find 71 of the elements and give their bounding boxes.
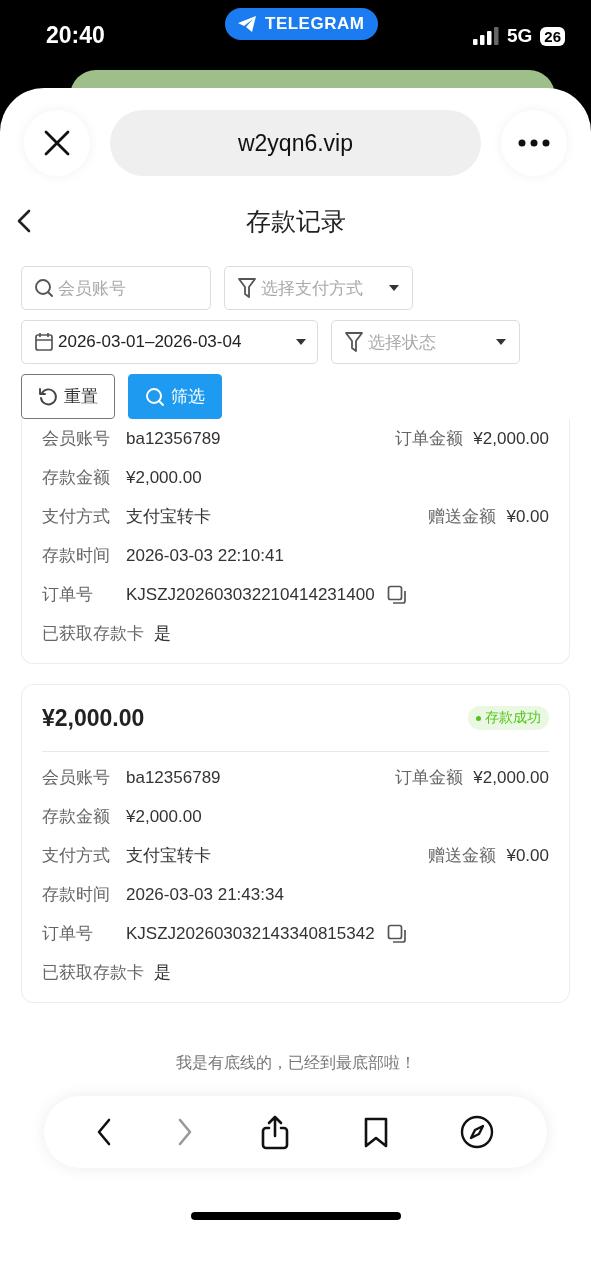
more-icon	[518, 139, 550, 147]
field-value: 是	[154, 962, 171, 984]
field-value: ¥0.00	[506, 506, 549, 527]
member-search-field[interactable]: 会员账号	[21, 266, 211, 310]
field-value: 2026-03-03 22:10:41	[126, 545, 284, 566]
field-label: 存款时间	[42, 884, 111, 906]
field-label: 存款时间	[42, 545, 111, 567]
field-label: 赠送金额	[428, 845, 497, 867]
field-label: 存款金额	[42, 806, 111, 828]
field-label: 存款金额	[42, 467, 111, 489]
close-icon	[43, 129, 71, 157]
copy-button[interactable]	[386, 584, 407, 605]
status-badge: 存款成功	[468, 706, 549, 730]
page-title: 存款记录	[245, 205, 346, 237]
field-label: 已获取存款卡	[42, 962, 144, 984]
caret-icon	[388, 284, 400, 292]
back-icon	[16, 209, 32, 233]
filter-icon	[237, 277, 257, 299]
caret-icon	[495, 338, 507, 346]
reset-button[interactable]: 重置	[21, 374, 115, 419]
field-value: ¥2,000.00	[126, 806, 202, 827]
field-label: 订单金额	[395, 767, 464, 789]
field-value: ¥0.00	[506, 845, 549, 866]
back-icon	[96, 1118, 113, 1146]
field-label: 支付方式	[42, 845, 111, 867]
field-value: 是	[154, 623, 171, 645]
field-value: KJSZJ202603032143340815342	[126, 923, 375, 944]
field-label: 支付方式	[42, 506, 111, 528]
compass-button[interactable]	[458, 1114, 495, 1150]
copy-icon	[386, 923, 407, 944]
paper-plane-icon	[237, 15, 257, 33]
status-time: 20:40	[46, 21, 105, 49]
deposit-amount: ¥2,000.00	[42, 704, 145, 732]
field-value: ba12356789	[126, 428, 221, 449]
field-value: ¥2,000.00	[473, 428, 549, 449]
signal-icon	[472, 27, 499, 45]
app-pill[interactable]: TELEGRAM	[225, 8, 379, 40]
field-value: ¥2,000.00	[126, 467, 202, 488]
battery-level: 26	[540, 26, 565, 46]
copy-icon	[386, 584, 407, 605]
filter-button[interactable]: 筛选	[128, 374, 222, 419]
field-label: 会员账号	[42, 767, 111, 789]
field-value: ¥2,000.00	[473, 767, 549, 788]
field-value: 2026-03-03 21:43:34	[126, 884, 284, 905]
field-label: 赠送金额	[428, 506, 497, 528]
field-label: 订单号	[42, 584, 94, 606]
field-label: 订单号	[42, 923, 94, 945]
copy-button[interactable]	[386, 923, 407, 944]
caret-icon	[295, 338, 307, 346]
filter-icon	[344, 331, 364, 353]
payment-method-dropdown[interactable]: 选择支付方式	[224, 266, 413, 310]
back-button[interactable]	[96, 1118, 113, 1146]
field-label: 会员账号	[42, 428, 111, 450]
compass-icon	[458, 1114, 495, 1150]
network-label: 5G	[506, 25, 533, 47]
date-range-field[interactable]: 2026-03-01–2026-03-04	[21, 320, 318, 364]
field-value: 支付宝转卡	[126, 845, 211, 867]
field-label: 已获取存款卡	[42, 623, 144, 645]
search-icon	[34, 278, 54, 298]
status-dropdown[interactable]: 选择状态	[331, 320, 520, 364]
end-of-list-message: 我是有底线的，已经到最底部啦！	[175, 1053, 416, 1073]
search-icon	[145, 386, 165, 407]
field-value: 支付宝转卡	[126, 506, 211, 528]
field-value: ba12356789	[126, 767, 221, 788]
reset-icon	[38, 386, 58, 407]
forward-icon	[176, 1118, 193, 1146]
field-label: 订单金额	[395, 428, 464, 450]
back-button[interactable]	[16, 209, 32, 233]
field-value: KJSZJ202603032210414231400	[126, 584, 375, 605]
url-field[interactable]: w2yqn6.vip	[110, 110, 481, 176]
calendar-icon	[34, 332, 54, 352]
